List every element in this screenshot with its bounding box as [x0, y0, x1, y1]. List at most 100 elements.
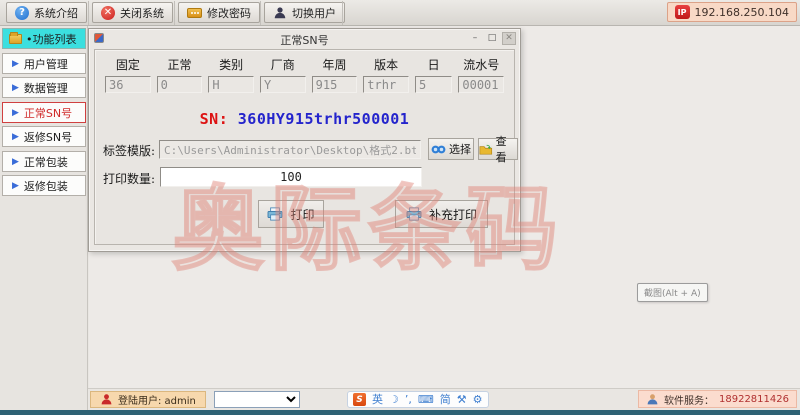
quantity-input[interactable]: [160, 167, 422, 187]
service-phone: 18922811426: [719, 394, 789, 405]
field-category: 类别: [208, 56, 254, 93]
field-serial-input[interactable]: [458, 76, 504, 93]
field-vendor-input[interactable]: [260, 76, 306, 93]
arrow-icon: ▶: [12, 108, 19, 118]
status-bar: 登陆用户: admin S 英 ☽ ’, ⌨ 简 ⚒ ⚙ 软件服务： 18922…: [88, 388, 800, 410]
ip-icon: IP: [675, 5, 690, 19]
sidebar-item-label: 正常SN号: [24, 105, 72, 121]
sidebar-item-label: 用户管理: [24, 56, 68, 72]
password-icon: [187, 8, 202, 18]
dialog-titlebar[interactable]: 正常SN号 – □ ✕: [89, 29, 520, 47]
sidebar-item-normal-sn[interactable]: ▶ 正常SN号: [2, 102, 86, 123]
arrow-icon: ▶: [12, 157, 19, 167]
sidebar-item-repair-packaging[interactable]: ▶ 返修包装: [2, 175, 86, 196]
template-path-input[interactable]: [159, 140, 421, 159]
field-label: 固定: [105, 56, 151, 73]
sidebar-item-label: 数据管理: [24, 80, 68, 96]
view-button-label: 查看: [496, 133, 517, 165]
change-password-label: 修改密码: [207, 5, 251, 21]
sidebar-item-label: •功能列表: [26, 31, 77, 47]
top-toolbar: ? 系统介绍 ✕ 关闭系统 修改密码 切换用户 IP 192.168.250.1…: [0, 0, 800, 26]
maximize-icon[interactable]: □: [485, 32, 499, 45]
close-icon[interactable]: ✕: [502, 32, 516, 45]
field-vendor: 厂商: [260, 56, 306, 93]
ime-toolbox-icon[interactable]: ⚒: [457, 394, 467, 405]
field-label: 厂商: [260, 56, 306, 73]
software-service: 软件服务： 18922811426: [638, 390, 797, 408]
field-day: 日: [415, 56, 452, 93]
minimize-icon[interactable]: –: [468, 32, 482, 45]
logged-in-user: 登陆用户: admin: [90, 391, 206, 408]
system-intro-button[interactable]: ? 系统介绍: [6, 2, 87, 23]
arrow-icon: ▶: [12, 83, 19, 93]
field-yearweek: 年周: [312, 56, 358, 93]
ip-badge[interactable]: IP 192.168.250.104: [667, 2, 797, 22]
arrow-icon: ▶: [12, 59, 19, 69]
ime-punctuation-icon[interactable]: ’,: [405, 394, 412, 405]
reprint-button[interactable]: 补充打印: [395, 200, 488, 228]
system-intro-label: 系统介绍: [34, 5, 78, 21]
sn-fields: 固定 正常 类别 厂商 年周: [95, 56, 514, 93]
field-serial: 流水号: [458, 56, 504, 93]
screenshot-tooltip: 截图(Alt + A): [637, 283, 708, 302]
ime-toolbar[interactable]: S 英 ☽ ’, ⌨ 简 ⚒ ⚙: [347, 391, 489, 408]
sidebar-item-repair-sn[interactable]: ▶ 返修SN号: [2, 126, 86, 147]
field-label: 年周: [312, 56, 358, 73]
ime-settings-icon[interactable]: ⚙: [473, 394, 483, 405]
toolbar-separator: [88, 1, 89, 25]
field-label: 日: [415, 56, 452, 73]
ime-language-icon[interactable]: 英: [372, 394, 383, 405]
close-system-label: 关闭系统: [120, 5, 164, 21]
ime-keyboard-icon[interactable]: ⌨: [418, 394, 434, 405]
field-category-input[interactable]: [208, 76, 254, 93]
switch-user-label: 切换用户: [292, 5, 336, 21]
print-button[interactable]: 打印: [258, 200, 324, 228]
arrow-icon: ▶: [12, 132, 19, 142]
printer-icon: [267, 207, 283, 221]
template-row: 标签模版: 选择 查看: [95, 138, 514, 162]
sn-label: SN:: [200, 110, 229, 128]
quantity-label: 打印数量:: [103, 170, 155, 187]
close-circle-icon: ✕: [101, 6, 115, 20]
ime-simplified-icon[interactable]: 简: [440, 394, 451, 405]
switch-user-button[interactable]: 切换用户: [264, 2, 345, 23]
field-normal-input[interactable]: [157, 76, 203, 93]
field-version-input[interactable]: [363, 76, 409, 93]
folder-icon: [9, 34, 22, 44]
print-button-label: 打印: [290, 206, 314, 223]
change-password-button[interactable]: 修改密码: [178, 2, 260, 23]
folder-open-icon: [479, 144, 493, 155]
status-combobox[interactable]: [214, 391, 300, 408]
field-label: 类别: [208, 56, 254, 73]
toolbar-separator: [260, 1, 261, 25]
field-normal: 正常: [157, 56, 203, 93]
select-template-button[interactable]: 选择: [428, 138, 474, 160]
service-avatar-icon: [646, 393, 659, 406]
toolbar-separator: [174, 1, 175, 25]
arrow-icon: ▶: [12, 181, 19, 191]
window-controls: – □ ✕: [468, 32, 516, 45]
sn-preview: SN: 360HY915trhr500001: [95, 110, 514, 128]
dialog-title: 正常SN号: [89, 32, 520, 48]
sidebar-item-data-management[interactable]: ▶ 数据管理: [2, 77, 86, 98]
question-icon: ?: [15, 6, 29, 20]
field-version: 版本: [363, 56, 409, 93]
sidebar-item-user-management[interactable]: ▶ 用户管理: [2, 53, 86, 74]
field-yearweek-input[interactable]: [312, 76, 358, 93]
field-label: 正常: [157, 56, 203, 73]
template-label: 标签模版:: [103, 142, 155, 159]
sidebar-item-normal-packaging[interactable]: ▶ 正常包装: [2, 151, 86, 172]
window-bottom-border: [0, 410, 800, 415]
user-icon: [273, 6, 287, 20]
field-day-input[interactable]: [415, 76, 452, 93]
select-button-label: 选择: [449, 141, 471, 157]
ime-logo-icon[interactable]: S: [353, 393, 366, 406]
field-fixed-input[interactable]: [105, 76, 151, 93]
service-label: 软件服务：: [664, 392, 714, 407]
view-template-button[interactable]: 查看: [478, 138, 518, 160]
ip-address: 192.168.250.104: [695, 6, 789, 19]
close-system-button[interactable]: ✕ 关闭系统: [92, 2, 173, 23]
sidebar-item-function-list[interactable]: •功能列表: [2, 28, 86, 49]
app-window: ? 系统介绍 ✕ 关闭系统 修改密码 切换用户 IP 192.168.250.1…: [0, 0, 800, 415]
ime-moon-icon[interactable]: ☽: [389, 394, 399, 405]
